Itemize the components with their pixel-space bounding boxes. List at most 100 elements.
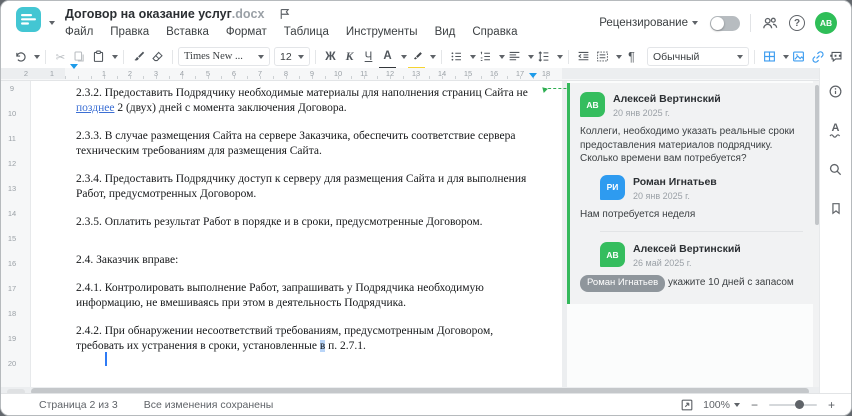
document-page[interactable]: 2.3.2. Предоставить Подрядчику необходим…	[31, 81, 592, 387]
decrease-indent-icon	[578, 51, 589, 61]
zoom-out-button[interactable]: −	[749, 398, 760, 412]
font-color-button[interactable]: А	[378, 47, 397, 70]
spellcheck-button[interactable]: А	[829, 123, 843, 138]
save-status: Все изменения сохранены	[143, 398, 274, 411]
underline-button[interactable]: Ч	[359, 47, 378, 67]
font-size-value: 12	[280, 50, 292, 63]
mention-chip[interactable]: Роман Игнатьев	[580, 275, 666, 292]
format-painter-button[interactable]	[129, 47, 148, 67]
flag-button[interactable]	[278, 7, 291, 21]
bookmark-button[interactable]	[829, 201, 843, 216]
paragraph-2-4-1[interactable]: 2.4.1. Контролировать выполнение Работ, …	[76, 281, 536, 311]
paragraph-settings-button[interactable]	[593, 47, 612, 67]
menu-item[interactable]: Файл	[65, 26, 93, 38]
copy-icon	[74, 51, 84, 62]
comment-item[interactable]: АВ Алексей Вертинский 20 янв 2025 г. Кол…	[580, 92, 803, 166]
menu-item[interactable]: Формат	[226, 26, 267, 38]
comment-reply[interactable]: АВ Алексей Вертинский 26 май 2025 г. Ром…	[580, 242, 803, 292]
menu-item[interactable]: Справка	[472, 26, 517, 38]
review-mode-dropdown[interactable]: Рецензирование	[599, 17, 698, 29]
menu-item[interactable]: Правка	[110, 26, 149, 38]
tracked-insertion[interactable]: позднее	[76, 102, 114, 114]
help-button[interactable]: ?	[789, 15, 805, 31]
ruler-number: 1	[101, 69, 107, 78]
app-logo-icon	[21, 14, 36, 25]
paragraph-2-4-2[interactable]: 2.4.2. При обнаружении несоответствий тр…	[76, 324, 536, 354]
people-icon	[763, 17, 778, 29]
line-spacing-button[interactable]	[534, 47, 553, 67]
vertical-ruler[interactable]: 9 10 11 12 13 14 15 16 17 18 19 20	[1, 81, 31, 387]
menu-item[interactable]: Инструменты	[346, 26, 418, 38]
p232-text: 2.3.2. Предоставить Подрядчику необходим…	[76, 87, 528, 99]
font-name-select[interactable]: Times New ...	[178, 47, 270, 66]
paste-icon	[93, 50, 104, 62]
size-caret-down-icon	[298, 54, 304, 62]
bold-button[interactable]: Ж	[321, 47, 340, 67]
insert-table-button[interactable]	[760, 47, 779, 67]
page-indicator[interactable]: Страница 2 из 3	[39, 399, 118, 411]
zoom-select[interactable]: 100%	[703, 399, 740, 411]
comment-author: Алексей Вертинский	[633, 243, 741, 255]
bookmark-icon	[831, 203, 840, 215]
fit-width-button[interactable]	[680, 398, 694, 412]
paragraph-2-3-2[interactable]: 2.3.2. Предоставить Подрядчику необходим…	[76, 86, 536, 116]
font-size-select[interactable]: 12	[274, 47, 310, 66]
align-button[interactable]	[505, 47, 524, 67]
link-icon	[811, 50, 824, 63]
zoom-slider-knob[interactable]	[794, 400, 804, 409]
comment-reply[interactable]: РИ Роман Игнатьев 20 янв 2025 г. Нам пот…	[580, 174, 803, 222]
highlight-caret-down-icon[interactable]	[430, 54, 436, 62]
user-avatar[interactable]: АВ	[815, 12, 837, 34]
header-divider	[750, 14, 751, 32]
zoom-in-button[interactable]: +	[826, 398, 837, 412]
undo-caret-down-icon[interactable]	[34, 54, 40, 62]
comment-date: 26 май 2025 г.	[633, 258, 692, 268]
menu-item[interactable]: Вид	[435, 26, 456, 38]
ruler-number: 13	[411, 69, 421, 78]
logo-caret-down-icon[interactable]	[49, 21, 55, 28]
line-spacing-caret-down-icon[interactable]	[557, 54, 563, 62]
highlight-button[interactable]	[407, 47, 426, 70]
menu-bar: Файл Правка Вставка Формат Таблица Инструмент…	[65, 26, 518, 38]
toolbar-more-button[interactable]: ⋯	[829, 48, 843, 64]
document-area: 9 10 11 12 13 14 15 16 17 18 19 20 2.3.2. Предостав…	[1, 81, 821, 395]
review-toggle[interactable]	[710, 15, 740, 31]
search-button[interactable]	[828, 162, 843, 177]
horizontal-ruler[interactable]: 2 1 1 2 3 4 5 6 7 8 9 10 11 12 13 14 15 16 17 18	[1, 64, 821, 91]
comments-panel: АВ Алексей Вертинский 20 янв 2025 г. Кол…	[567, 81, 813, 387]
zoom-value: 100%	[703, 398, 730, 411]
numbered-list-button[interactable]	[476, 47, 495, 67]
clear-formatting-button[interactable]	[148, 47, 167, 67]
collaboration-button[interactable]	[761, 15, 779, 31]
menu-item[interactable]: Вставка	[166, 26, 209, 38]
comment-thread[interactable]: АВ Алексей Вертинский 20 янв 2025 г. Кол…	[567, 83, 813, 304]
comment-avatar: АВ	[600, 242, 625, 267]
paragraph-2-3-3[interactable]: 2.3.3. В случае размещения Сайта на серв…	[76, 129, 536, 159]
undo-button[interactable]	[11, 47, 30, 67]
insert-image-button[interactable]	[789, 47, 808, 67]
ruler-number: 8	[283, 69, 289, 78]
bullet-list-button[interactable]	[447, 47, 466, 67]
insert-link-button[interactable]	[808, 47, 827, 67]
paragraph-2-4[interactable]: 2.4. Заказчик вправе:	[76, 253, 536, 268]
comment-author: Алексей Вертинский	[613, 93, 721, 105]
ruler-number: 16	[489, 69, 499, 78]
italic-button[interactable]: К	[340, 47, 359, 67]
zoom-slider[interactable]	[768, 400, 817, 409]
line-spacing-icon	[538, 51, 549, 62]
formatting-marks-button[interactable]: ¶	[622, 47, 641, 67]
info-button[interactable]	[828, 84, 843, 99]
ruler-numbers: 2 1 1 2 3 4 5 6 7 8 9 10 11 12 13 14 15 16 17 18	[13, 69, 559, 79]
toggle-knob	[711, 16, 724, 30]
menu-item[interactable]: Таблица	[284, 26, 329, 38]
paragraph-2-3-4[interactable]: 2.3.4. Предоставить Подрядчику доступ к …	[76, 172, 536, 202]
app-logo-button[interactable]	[16, 7, 41, 32]
paste-button[interactable]	[89, 47, 108, 67]
paragraph-style-select[interactable]: Обычный	[647, 47, 749, 66]
ruler-number: 20	[3, 357, 21, 382]
paragraph-2-3-5[interactable]: 2.3.5. Оплатить результат Работ в порядк…	[76, 215, 536, 230]
comment-text: Нам потребуется неделя	[580, 208, 696, 220]
paste-caret-down-icon[interactable]	[112, 54, 118, 62]
p232-text-tail: 2 (двух) дней с момента заключения Догов…	[114, 102, 347, 114]
decrease-indent-button[interactable]	[574, 47, 593, 67]
